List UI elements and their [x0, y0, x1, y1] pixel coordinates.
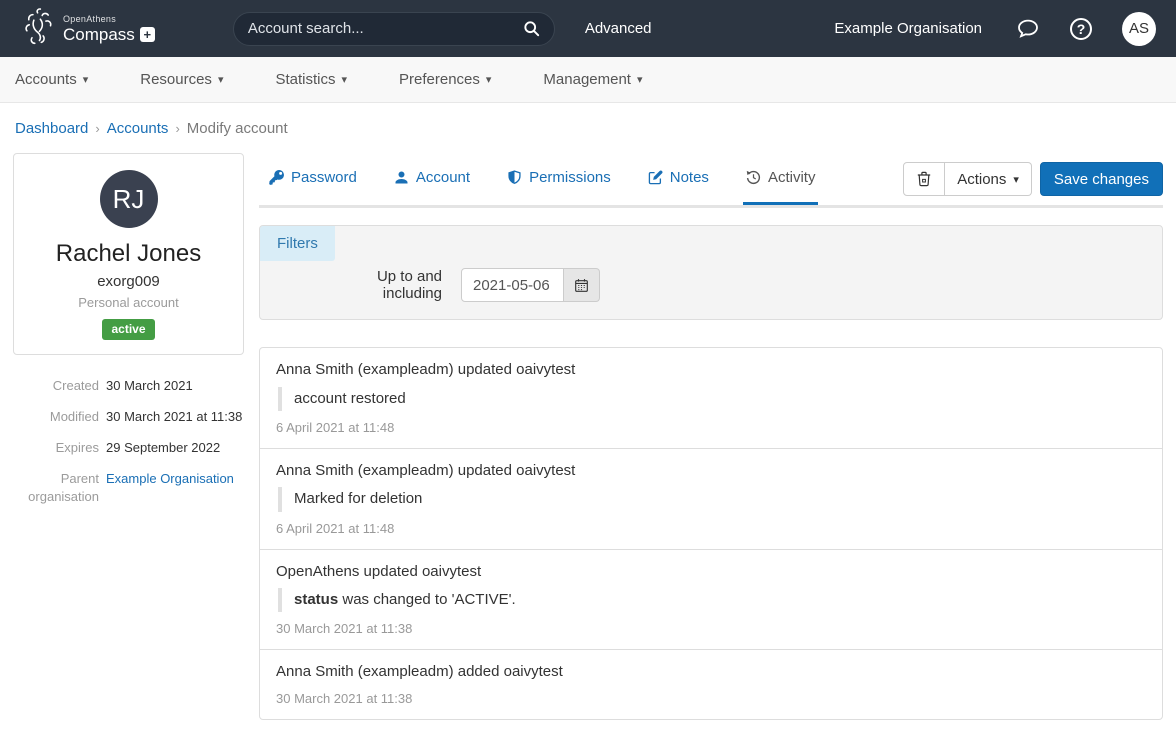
activity-title: OpenAthens updated oaivytest — [276, 562, 1146, 582]
actions-dropdown-button[interactable]: Actions ▾ — [945, 162, 1032, 196]
user-icon — [394, 170, 409, 185]
toolbar: Actions ▾ Save changes — [903, 162, 1163, 196]
activity-timestamp: 30 March 2021 at 11:38 — [276, 621, 1146, 636]
account-username: exorg009 — [24, 273, 233, 290]
caret-down-icon: ▾ — [486, 73, 492, 86]
brand-name-top: OpenAthens — [63, 15, 155, 24]
filters-panel: Filters Up to and including — [259, 225, 1163, 320]
date-filter-input[interactable] — [461, 268, 564, 302]
help-icon[interactable]: ? — [1070, 18, 1092, 40]
save-changes-button[interactable]: Save changes — [1040, 162, 1163, 196]
account-details: Created 30 March 2021 Modified 30 March … — [13, 377, 244, 507]
main-nav: Accounts▾ Resources▾ Statistics▾ Prefere… — [0, 57, 1176, 103]
tab-bar: Password Account Permissions Notes Activ… — [259, 153, 1163, 208]
activity-item: OpenAthens updated oaivytest status was … — [260, 549, 1162, 650]
history-icon — [746, 170, 761, 185]
nav-item-management[interactable]: Management▾ — [543, 71, 642, 88]
parent-organisation-link[interactable]: Example Organisation — [106, 471, 234, 486]
detail-expires: Expires 29 September 2022 — [13, 439, 244, 458]
caret-down-icon: ▾ — [341, 73, 347, 86]
activity-item: Anna Smith (exampleadm) updated oaivytes… — [260, 348, 1162, 448]
search-icon[interactable] — [523, 20, 540, 37]
nav-item-preferences[interactable]: Preferences▾ — [399, 71, 491, 88]
activity-list: Anna Smith (exampleadm) updated oaivytes… — [259, 347, 1163, 720]
feedback-chat-icon[interactable] — [1016, 17, 1040, 41]
breadcrumb-accounts[interactable]: Accounts — [107, 120, 169, 137]
activity-title: Anna Smith (exampleadm) added oaivytest — [276, 662, 1146, 682]
main-content: RJ Rachel Jones exorg009 Personal accoun… — [0, 153, 1176, 720]
activity-timestamp: 30 March 2021 at 11:38 — [276, 691, 1146, 706]
shield-icon — [507, 170, 522, 185]
caret-down-icon: ▾ — [637, 73, 643, 86]
tab-password[interactable]: Password — [269, 162, 357, 193]
notes-edit-icon — [648, 170, 663, 185]
breadcrumb: Dashboard › Accounts › Modify account — [0, 103, 1176, 153]
activity-item: Anna Smith (exampleadm) added oaivytest … — [260, 649, 1162, 719]
breadcrumb-separator-icon: › — [175, 121, 179, 136]
advanced-search-link[interactable]: Advanced — [585, 20, 652, 37]
activity-detail: Marked for deletion — [278, 487, 1146, 511]
delete-account-button[interactable] — [903, 162, 945, 196]
profile-card: RJ Rachel Jones exorg009 Personal accoun… — [13, 153, 244, 355]
caret-down-icon: ▾ — [1013, 173, 1019, 186]
nav-item-accounts[interactable]: Accounts▾ — [15, 71, 88, 88]
account-summary-panel: RJ Rachel Jones exorg009 Personal accoun… — [13, 153, 244, 519]
breadcrumb-separator-icon: › — [95, 121, 99, 136]
activity-title: Anna Smith (exampleadm) updated oaivytes… — [276, 360, 1146, 380]
activity-detail: account restored — [278, 387, 1146, 411]
activity-timestamp: 6 April 2021 at 11:48 — [276, 521, 1146, 536]
tab-account[interactable]: Account — [394, 162, 470, 193]
activity-timestamp: 6 April 2021 at 11:48 — [276, 420, 1146, 435]
status-badge: active — [102, 319, 154, 340]
trash-icon — [916, 171, 932, 187]
nav-item-statistics[interactable]: Statistics▾ — [275, 71, 347, 88]
plus-badge-icon: + — [140, 27, 155, 42]
openathens-logo-icon — [20, 8, 57, 49]
detail-created: Created 30 March 2021 — [13, 377, 244, 396]
caret-down-icon: ▾ — [218, 73, 224, 86]
profile-avatar: RJ — [100, 170, 158, 228]
activity-title: Anna Smith (exampleadm) updated oaivytes… — [276, 461, 1146, 481]
date-filter-row: Up to and including — [319, 268, 1162, 302]
activity-detail: status was changed to 'ACTIVE'. — [278, 588, 1146, 612]
nav-item-resources[interactable]: Resources▾ — [140, 71, 223, 88]
breadcrumb-current: Modify account — [187, 120, 288, 137]
account-name: Rachel Jones — [24, 240, 233, 268]
organisation-name: Example Organisation — [834, 20, 982, 37]
detail-modified: Modified 30 March 2021 at 11:38 — [13, 408, 244, 427]
tab-permissions[interactable]: Permissions — [507, 162, 611, 193]
detail-parent-organisation: Parent organisation Example Organisation — [13, 470, 244, 508]
key-icon — [269, 170, 284, 185]
account-detail-panel: Password Account Permissions Notes Activ… — [259, 153, 1163, 720]
filters-toggle[interactable]: Filters — [260, 226, 335, 261]
user-avatar[interactable]: AS — [1122, 12, 1156, 46]
date-filter-label: Up to and including — [319, 268, 442, 302]
calendar-icon[interactable] — [564, 268, 600, 302]
account-type: Personal account — [24, 295, 233, 310]
tab-activity[interactable]: Activity — [746, 162, 816, 193]
breadcrumb-dashboard[interactable]: Dashboard — [15, 120, 88, 137]
account-search — [233, 12, 555, 46]
openathens-compass-logo[interactable]: OpenAthens Compass + — [20, 8, 155, 49]
activity-item: Anna Smith (exampleadm) updated oaivytes… — [260, 448, 1162, 549]
app-header: OpenAthens Compass + Advanced Example Or… — [0, 0, 1176, 57]
caret-down-icon: ▾ — [83, 73, 89, 86]
tab-notes[interactable]: Notes — [648, 162, 709, 193]
search-input[interactable] — [248, 20, 523, 37]
brand-name-bottom: Compass — [63, 26, 135, 43]
